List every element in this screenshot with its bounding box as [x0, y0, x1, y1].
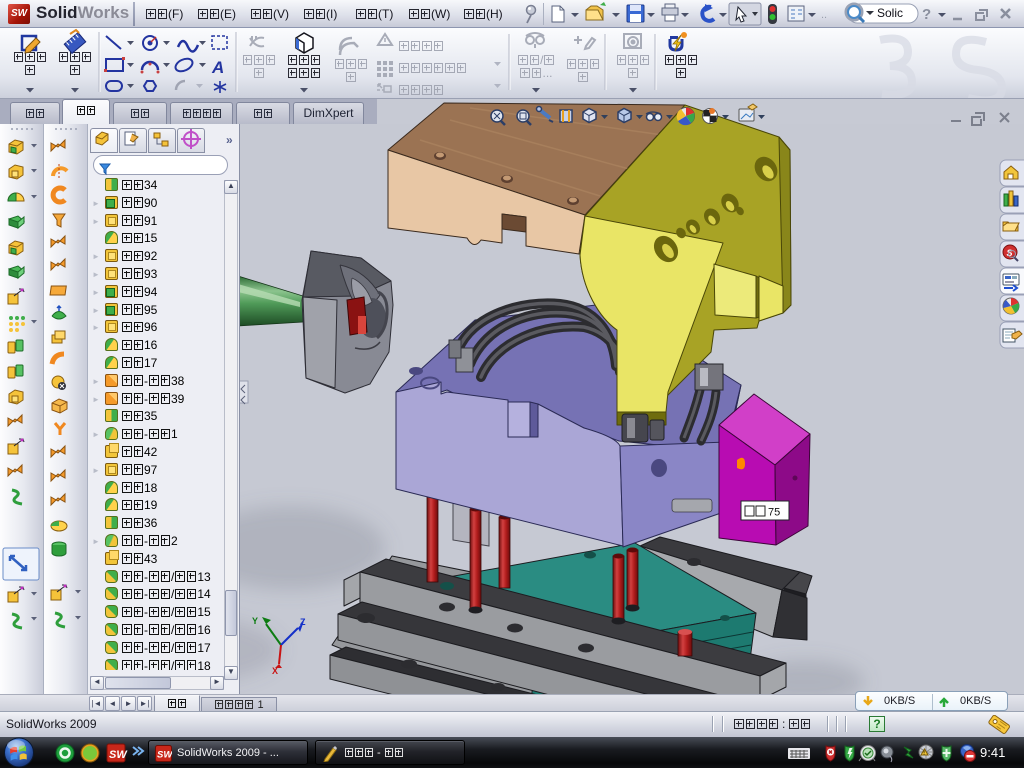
svg-text:75: 75 [768, 507, 780, 519]
svg-text:Y: Y [252, 616, 258, 626]
svg-text:A: A [211, 58, 224, 77]
svg-text:?: ? [922, 6, 931, 23]
svg-text:SW: SW [109, 749, 128, 761]
svg-text:»: » [226, 133, 233, 147]
svg-text:SW: SW [157, 750, 172, 761]
svg-text:..: .. [821, 9, 827, 21]
svg-text:Solic: Solic [877, 6, 903, 20]
